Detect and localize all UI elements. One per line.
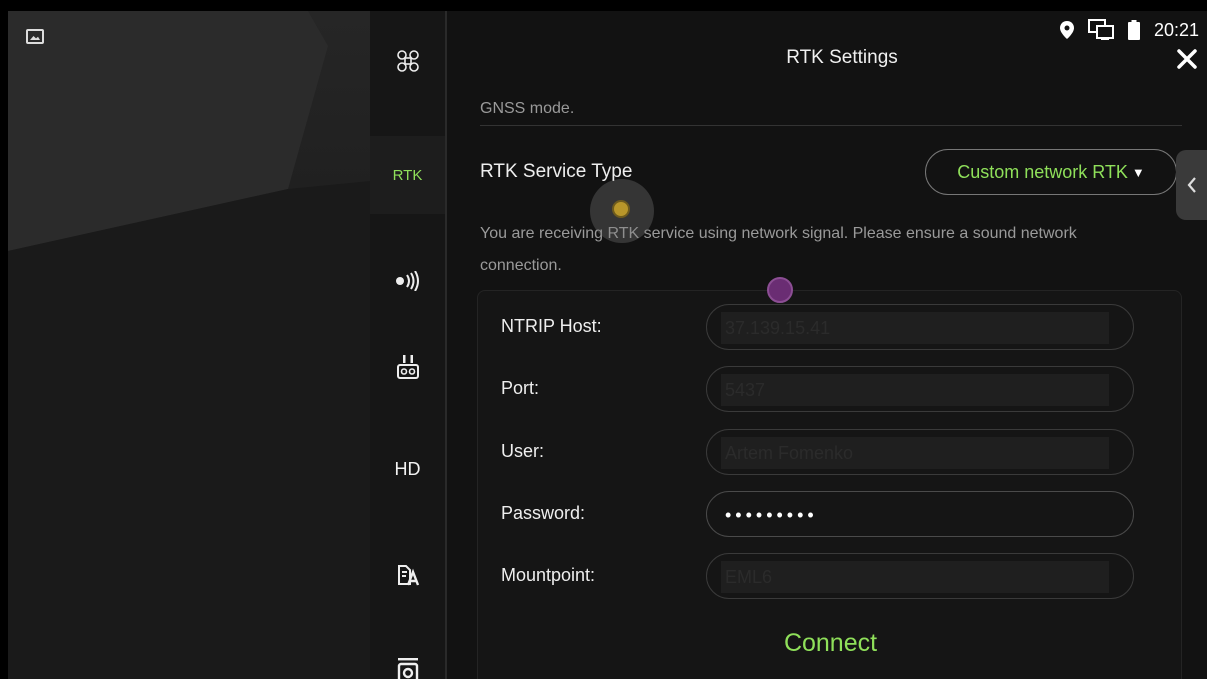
mountpoint-input[interactable]: EML6 [706,553,1134,599]
rtk-settings-panel: 20:21 RTK Settings GNSS mode. RTK Servic… [447,11,1207,679]
settings-sidebar: RTK HD [370,11,445,679]
collapse-panel-tab[interactable] [1176,150,1207,220]
ntrip-form: NTRIP Host: 37.139.15.41 Port: 5437 User… [477,290,1182,679]
divider [480,125,1182,126]
rtk-service-type-dropdown[interactable]: Custom network RTK ▼ [925,149,1177,195]
form-row-ntrip-host: NTRIP Host: 37.139.15.41 [478,304,1183,350]
remote-controller-icon [396,355,419,379]
touch-indicator-dot [612,200,630,218]
user-input[interactable]: Artem Fomenko [706,429,1134,475]
sidebar-item-camera[interactable] [370,643,445,679]
password-value: ••••••••• [725,505,818,525]
camera-view[interactable] [8,11,370,679]
gallery-icon[interactable] [26,29,44,44]
password-label: Password: [501,503,586,523]
page-title: RTK Settings [786,47,898,68]
user-value: Artem Fomenko [721,437,1109,469]
caret-down-icon: ▼ [1131,164,1145,180]
port-value: 5437 [721,374,1109,406]
gnss-mode-text: GNSS mode. [480,101,575,113]
app-window: RTK HD 20:21 RTK Settings GNSS mode. RTK… [8,11,1207,679]
mountpoint-value: EML6 [721,561,1109,593]
ntrip-host-label: NTRIP Host: [501,316,602,336]
form-row-port: Port: 5437 [478,366,1183,412]
sidebar-item-remote-controller[interactable] [370,339,445,395]
sidebar-item-rtk[interactable]: RTK [370,136,445,214]
location-icon [1059,21,1074,39]
network-rtk-description: You are receiving RTK service using netw… [480,225,1077,274]
sidebar-item-general[interactable] [370,547,445,603]
sidebar-item-hd[interactable]: HD [370,441,445,497]
user-label: User: [501,441,545,461]
status-bar: 20:21 [1059,17,1199,43]
close-button[interactable] [1174,46,1200,72]
rtk-service-type-value: Custom network RTK [957,161,1128,182]
sidebar-item-aircraft[interactable] [370,33,445,89]
port-input[interactable]: 5437 [706,366,1134,412]
general-settings-icon [397,565,419,586]
sidebar-item-signal[interactable] [370,253,445,309]
mountpoint-label: Mountpoint: [501,565,596,585]
form-row-password: Password: ••••••••• [478,491,1183,537]
password-input[interactable]: ••••••••• [706,491,1134,537]
rtk-service-type-label: RTK Service Type [480,161,633,182]
camera-icon [397,658,418,679]
form-row-user: User: Artem Fomenko [478,429,1183,475]
close-icon [1177,49,1197,69]
status-time: 20:21 [1153,19,1199,40]
aircraft-icon [396,50,419,72]
battery-icon [1127,20,1140,40]
sidebar-item-label: HD [394,458,421,479]
sidebar-item-label: RTK [392,166,423,184]
chevron-left-icon [1187,177,1196,193]
screen-cast-icon [1087,19,1114,40]
ntrip-host-value: 37.139.15.41 [721,312,1109,344]
ntrip-host-input[interactable]: 37.139.15.41 [706,304,1134,350]
touch-indicator-secondary [767,277,793,303]
connect-button[interactable]: Connect [478,629,1183,658]
port-label: Port: [501,378,540,398]
signal-icon [395,271,419,291]
form-row-mountpoint: Mountpoint: EML6 [478,553,1183,599]
map-terrain [8,11,370,679]
